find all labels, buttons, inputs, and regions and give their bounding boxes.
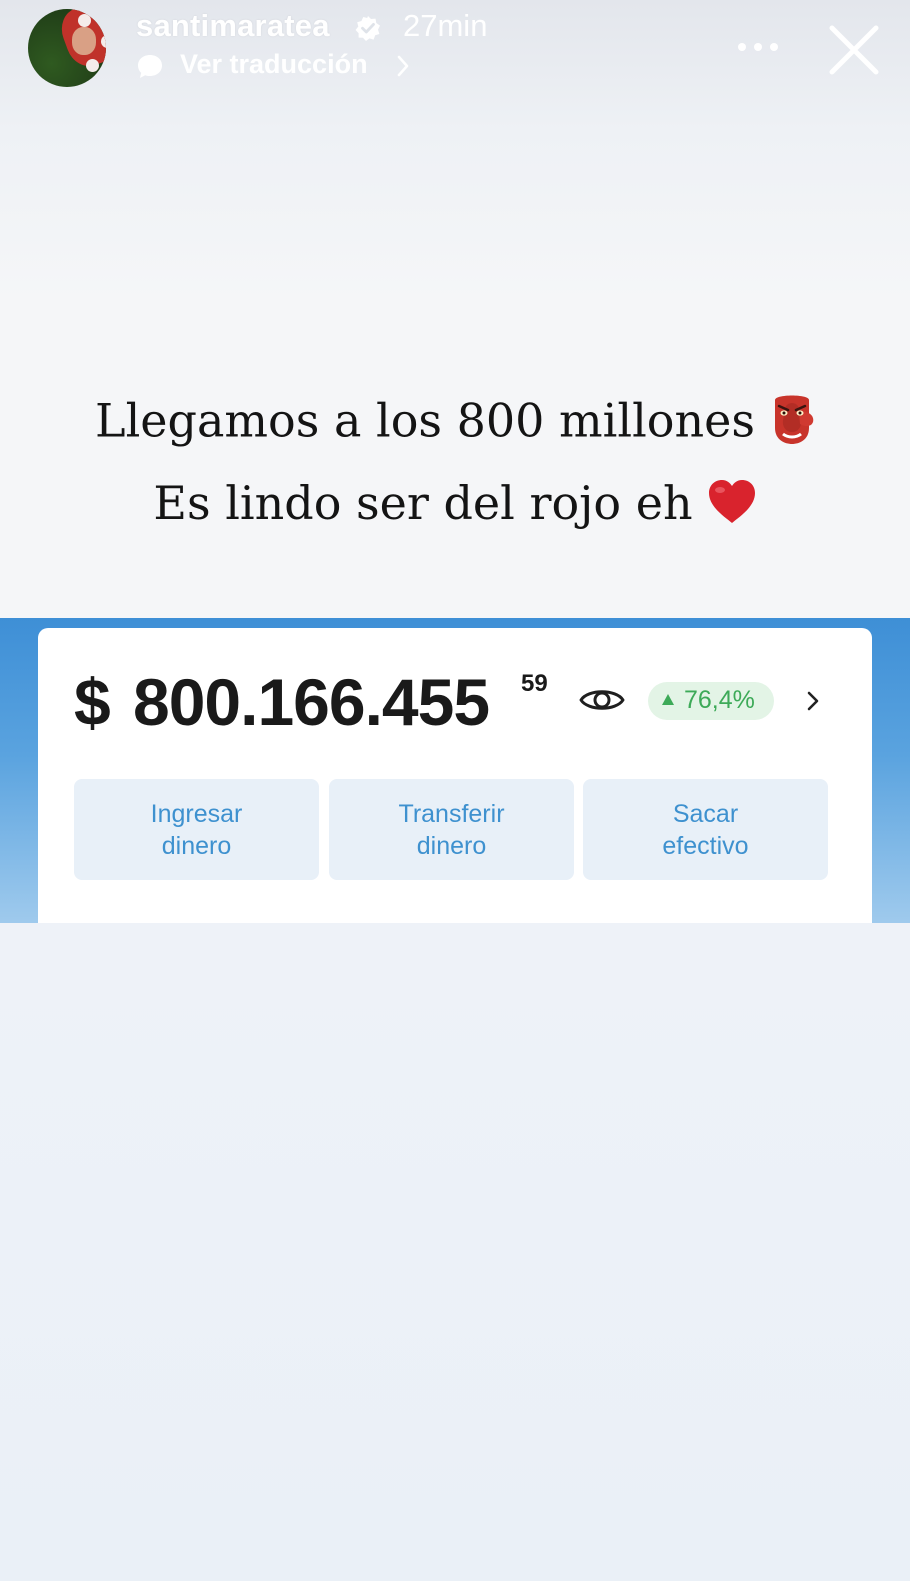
button-label-line-2: efectivo: [662, 832, 749, 860]
profile-avatar[interactable]: [28, 9, 106, 87]
button-label-line-1: Sacar: [672, 800, 739, 828]
balance-currency: $: [74, 665, 111, 739]
balance-change-value: 76,4%: [684, 686, 755, 714]
chevron-right-icon: [397, 55, 409, 77]
deposit-money-button[interactable]: Ingresar dinero: [74, 779, 319, 880]
translate-bubble-icon: [138, 55, 162, 78]
story-username[interactable]: santimaratea: [136, 8, 330, 44]
balance-amount: 800.166.455: [133, 665, 490, 739]
button-label-line-2: dinero: [416, 832, 487, 860]
chevron-right-icon[interactable]: [805, 689, 821, 713]
story-timestamp: 27min: [403, 8, 488, 43]
story-background: [0, 923, 910, 1581]
balance-cents: 59: [521, 670, 548, 697]
goblin-mask-emoji: [769, 392, 815, 457]
eye-icon[interactable]: [578, 684, 626, 716]
button-label-line-1: Ingresar: [150, 800, 243, 828]
close-icon[interactable]: [826, 22, 882, 78]
story-caption-line-1: Llegamos a los 800 millones: [0, 392, 910, 457]
button-label-line-2: dinero: [161, 832, 232, 860]
red-heart-emoji: [707, 479, 757, 536]
trend-up-icon: [662, 694, 674, 705]
transfer-money-button[interactable]: Transferir dinero: [329, 779, 574, 880]
story-caption-line-2: Es lindo ser del rojo eh: [0, 476, 910, 536]
caption-text-2: Es lindo ser del rojo eh: [153, 476, 693, 530]
caption-text-1: Llegamos a los 800 millones: [95, 393, 755, 448]
see-translation-link[interactable]: Ver traducción: [180, 49, 368, 80]
withdraw-cash-button[interactable]: Sacar efectivo: [583, 779, 828, 880]
button-label-line-1: Transferir: [398, 800, 505, 828]
more-options-icon[interactable]: [736, 34, 780, 60]
verified-badge-icon: [355, 16, 380, 41]
